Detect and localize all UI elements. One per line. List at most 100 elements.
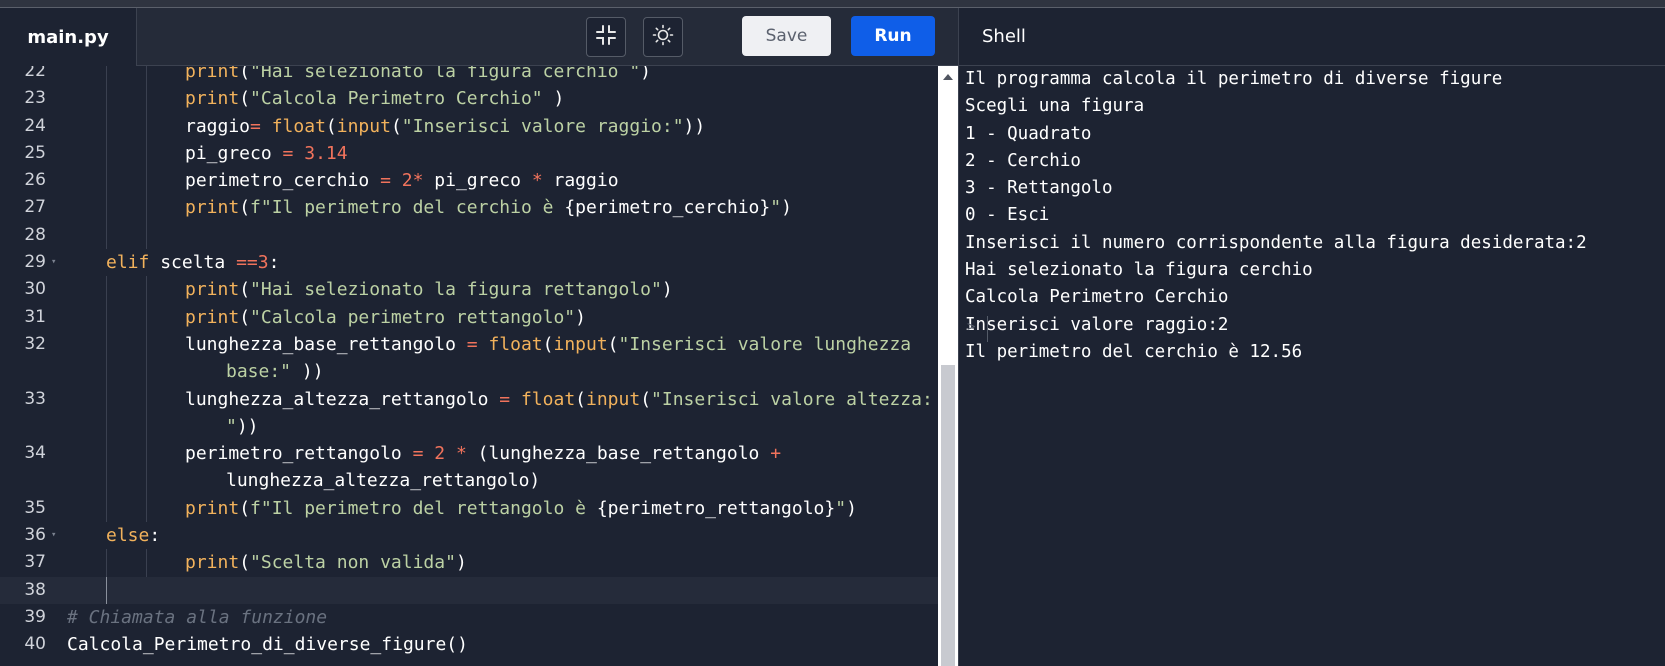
line-number: 29 (24, 252, 46, 273)
code-token: perimetro_cerchio (185, 170, 381, 192)
editor-tab-bar: main.py Save Run (0, 8, 958, 66)
code-text: lunghezza_base_rettangolo = float(input(… (67, 331, 930, 358)
code-token: ( (607, 333, 619, 355)
code-editor[interactable]: 22 print("Hai selezionato la figura cerch… (0, 66, 938, 666)
line-number: 25 (24, 142, 46, 163)
editor-scrollbar[interactable] (938, 66, 958, 666)
file-tab-main-py[interactable]: main.py (0, 8, 136, 66)
code-token: = (412, 443, 424, 465)
code-token: input (553, 333, 608, 355)
code-token: print (185, 197, 240, 219)
code-token: * (412, 170, 424, 192)
code-token: : (149, 525, 161, 547)
line-number: 39 (24, 606, 46, 627)
run-button[interactable]: Run (851, 16, 935, 56)
collapse-button[interactable] (586, 17, 626, 57)
code-line[interactable]: 35 print(f"Il perimetro del rettangolo è … (0, 494, 938, 523)
code-line[interactable]: 31 print("Calcola perimetro rettangolo") (0, 303, 938, 331)
code-line[interactable]: 40 Calcola_Perimetro_di_diverse_figure() (0, 631, 938, 658)
code-line[interactable]: 26 perimetro_cerchio = 2* pi_greco * ragg… (0, 167, 938, 195)
code-token: "Calcola Perimetro Cerchio" (250, 88, 543, 110)
shell-pane: Shell Il programma calcola il perimetro … (958, 8, 1665, 666)
text-cursor (106, 576, 107, 604)
code-token: ) (575, 306, 586, 328)
code-token: lunghezza_altezza_rettangolo (185, 388, 500, 410)
fold-arrow-icon[interactable]: ▾ (51, 522, 56, 549)
code-text-wrapped: ")) (67, 413, 930, 440)
code-line[interactable]: 36 ▾ else: (0, 522, 938, 549)
code-token: float (271, 115, 326, 137)
code-token: print (185, 552, 240, 574)
code-token: scelta (149, 252, 237, 274)
code-line[interactable]: 39 # Chiamata alla funzione (0, 604, 938, 631)
shell-output-line: Inserisci il numero corrispondente alla … (965, 232, 1587, 253)
code-token: ( (390, 115, 402, 137)
line-number: 26 (24, 170, 46, 191)
scroll-up-arrow-icon[interactable] (943, 74, 953, 80)
code-text: pi_greco = 3.14 (67, 140, 930, 167)
code-token: ( (325, 115, 337, 137)
code-line[interactable]: 34 perimetro_rettangolo = 2 * (lunghezza_… (0, 440, 938, 495)
shell-prompt[interactable]: > (967, 319, 975, 335)
line-number: 22 (24, 66, 46, 81)
code-text: # Chiamata alla funzione (67, 604, 930, 631)
code-text: print("Scelta non valida") (67, 549, 930, 576)
code-line[interactable]: 30 print("Hai selezionato la figura retta… (0, 276, 938, 304)
code-line[interactable]: 25 pi_greco = 3.14 (0, 139, 938, 168)
file-tab-label: main.py (27, 26, 109, 48)
code-token: )) (291, 361, 324, 383)
code-line[interactable]: 32 lunghezza_base_rettangolo = float(inpu… (0, 330, 938, 386)
editor-scrollbar-thumb[interactable] (941, 365, 955, 666)
code-token: print (185, 497, 240, 519)
code-text: elif scelta ==3: (67, 249, 930, 276)
code-token: Calcola_Perimetro_di_diverse_figure() (67, 634, 468, 656)
code-text: raggio= float(input("Inserisci valore ra… (67, 113, 930, 140)
code-token: ( (239, 88, 251, 110)
code-token: ( (575, 388, 586, 410)
code-token: lunghezza_altezza_rettangolo) (226, 470, 541, 492)
indent-guide (146, 221, 147, 250)
code-line[interactable]: 22 print("Hai selezionato la figura cerch… (0, 66, 938, 86)
code-text: else: (67, 522, 930, 549)
theme-toggle-button[interactable] (643, 17, 683, 57)
code-token: print (185, 66, 240, 82)
code-line[interactable]: 23 print("Calcola Perimetro Cerchio" ) (0, 85, 938, 113)
line-number: 38 (24, 579, 46, 600)
code-token: input (336, 115, 391, 137)
code-token: "Inserisci valore altezza: (651, 388, 933, 410)
line-number: 32 (24, 333, 46, 354)
code-token: {perimetro_cerchio} (564, 197, 771, 219)
line-number: 36 (24, 525, 46, 546)
code-token: (lunghezza_base_rettangolo (466, 443, 771, 465)
code-token: "Scelta non valida" (250, 552, 456, 574)
shell-header: Shell (959, 8, 1665, 66)
code-token: ) (542, 88, 565, 110)
code-token: print (185, 88, 240, 110)
code-token: elif (106, 252, 150, 274)
code-text: perimetro_cerchio = 2* pi_greco * raggio (67, 167, 930, 194)
code-line[interactable]: 33 lunghezza_altezza_rettangolo = float(i… (0, 385, 938, 441)
line-number: 34 (24, 443, 46, 464)
sun-icon (652, 24, 674, 51)
code-line[interactable]: 38 (0, 576, 938, 604)
shell-output: Il programma calcola il perimetro di div… (965, 66, 1660, 366)
code-line[interactable]: 28 (0, 221, 938, 250)
code-line[interactable]: 37 print("Scelta non valida") (0, 549, 938, 577)
editor-pane: main.py Save Run 22 print("Hai seleziona… (0, 8, 958, 666)
code-token: ) (781, 197, 792, 219)
code-text: print(f"Il perimetro del rettangolo è {p… (67, 495, 930, 522)
code-text: print("Hai selezionato la figura cerchio… (67, 66, 930, 85)
line-number: 24 (24, 115, 46, 136)
code-token: " (226, 415, 237, 437)
fold-arrow-icon[interactable]: ▾ (51, 249, 56, 276)
code-token: base:" (226, 361, 292, 383)
code-line[interactable]: 24 raggio= float(input("Inserisci valore … (0, 112, 938, 140)
code-line[interactable]: 29 ▾ elif scelta ==3: (0, 249, 938, 276)
shell-output-line: Inserisci valore raggio:2 (965, 314, 1229, 335)
code-line[interactable]: 27 print(f"Il perimetro del cerchio è {pe… (0, 194, 938, 222)
shell-cursor (987, 316, 988, 342)
save-button[interactable]: Save (742, 16, 831, 56)
